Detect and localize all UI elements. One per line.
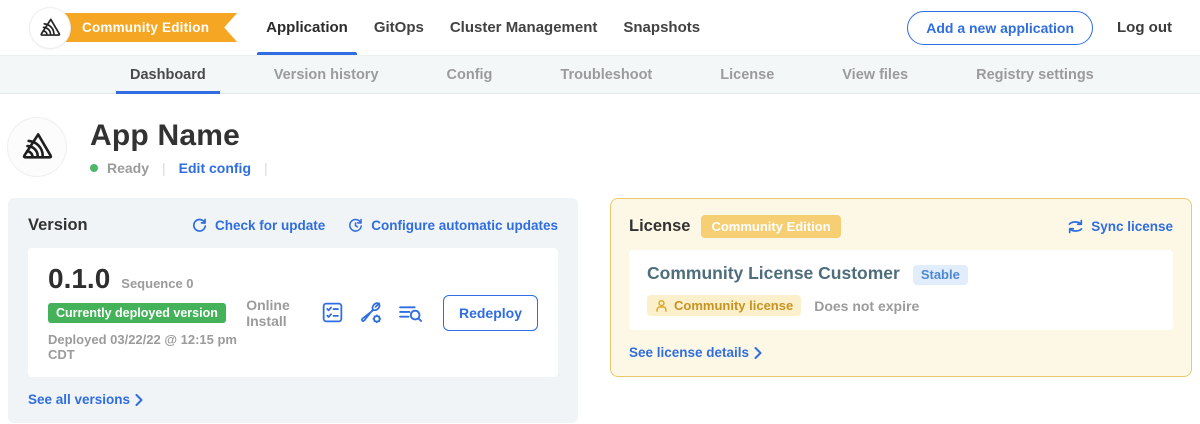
license-type-badge: Community license: [647, 295, 801, 316]
license-card: License Community Edition Sync license C…: [610, 198, 1192, 377]
tab-cluster-management[interactable]: Cluster Management: [437, 0, 611, 55]
currently-deployed-badge: Currently deployed version: [48, 303, 226, 323]
preflight-checklist-icon[interactable]: [320, 300, 345, 325]
version-card: Version Check for update: [8, 198, 578, 423]
chevron-right-icon: [135, 394, 143, 406]
sync-arrows-icon: [1067, 219, 1084, 234]
divider: |: [162, 160, 166, 176]
auto-update-clock-icon: [347, 217, 364, 234]
subnav-license[interactable]: License: [706, 56, 788, 93]
version-card-title: Version: [28, 216, 88, 235]
edition-badge: Community Edition: [701, 215, 840, 238]
primary-nav: Application GitOps Cluster Management Sn…: [253, 0, 713, 55]
subnav-version-history[interactable]: Version history: [260, 56, 393, 93]
edit-config-link[interactable]: Edit config: [179, 160, 251, 176]
install-type-label: Online Install: [246, 297, 303, 329]
expiry-text: Does not expire: [814, 298, 919, 314]
tab-snapshots[interactable]: Snapshots: [610, 0, 713, 55]
version-number: 0.1.0: [48, 263, 110, 295]
see-all-versions-link[interactable]: See all versions: [28, 392, 130, 407]
topbar-actions: Add a new application Log out: [907, 0, 1172, 55]
replicated-logo-badge: [30, 8, 70, 48]
app-subnav: Dashboard Version history Config Trouble…: [0, 56, 1200, 94]
sequence-label: Sequence 0: [121, 276, 193, 291]
refresh-icon: [191, 217, 208, 234]
brand: Community Edition: [30, 0, 237, 55]
app-logo-icon: [18, 128, 56, 166]
check-for-update-link[interactable]: Check for update: [191, 217, 325, 234]
subnav-view-files[interactable]: View files: [828, 56, 922, 93]
person-icon: [655, 299, 668, 313]
config-wrench-icon[interactable]: [358, 300, 384, 326]
status-dot: [90, 164, 98, 172]
current-version-panel: 0.1.0 Sequence 0 Currently deployed vers…: [28, 248, 558, 377]
sync-license-link[interactable]: Sync license: [1067, 219, 1173, 234]
customer-name: Community License Customer: [647, 263, 900, 284]
tab-application[interactable]: Application: [253, 0, 361, 55]
deploy-logs-icon[interactable]: [397, 300, 424, 325]
license-card-title: License: [629, 217, 690, 236]
configure-automatic-updates-link[interactable]: Configure automatic updates: [347, 217, 558, 234]
status-text: Ready: [107, 160, 149, 176]
subnav-dashboard[interactable]: Dashboard: [116, 56, 220, 93]
top-navbar: Community Edition Application GitOps Clu…: [0, 0, 1200, 56]
tab-gitops[interactable]: GitOps: [361, 0, 437, 55]
deployed-timestamp: Deployed 03/22/22 @ 12:15 pm CDT: [48, 332, 246, 362]
app-header: App Name Ready | Edit config |: [0, 94, 1200, 182]
subnav-registry-settings[interactable]: Registry settings: [962, 56, 1108, 93]
subnav-troubleshoot[interactable]: Troubleshoot: [546, 56, 666, 93]
chevron-right-icon: [754, 347, 762, 359]
see-license-details-link[interactable]: See license details: [629, 345, 749, 360]
community-edition-ribbon: Community Edition: [50, 13, 237, 42]
license-details-panel: Community License Customer Stable Commun…: [629, 250, 1173, 330]
divider: |: [264, 160, 268, 176]
subnav-config[interactable]: Config: [433, 56, 507, 93]
redeploy-button[interactable]: Redeploy: [443, 295, 538, 331]
dashboard-cards: Version Check for update: [0, 182, 1200, 423]
page-title: App Name: [90, 119, 272, 153]
app-avatar: [8, 118, 66, 176]
add-new-application-button[interactable]: Add a new application: [907, 11, 1093, 45]
replicated-logo-icon: [37, 15, 63, 41]
channel-badge: Stable: [913, 265, 968, 285]
logout-button[interactable]: Log out: [1117, 19, 1172, 36]
